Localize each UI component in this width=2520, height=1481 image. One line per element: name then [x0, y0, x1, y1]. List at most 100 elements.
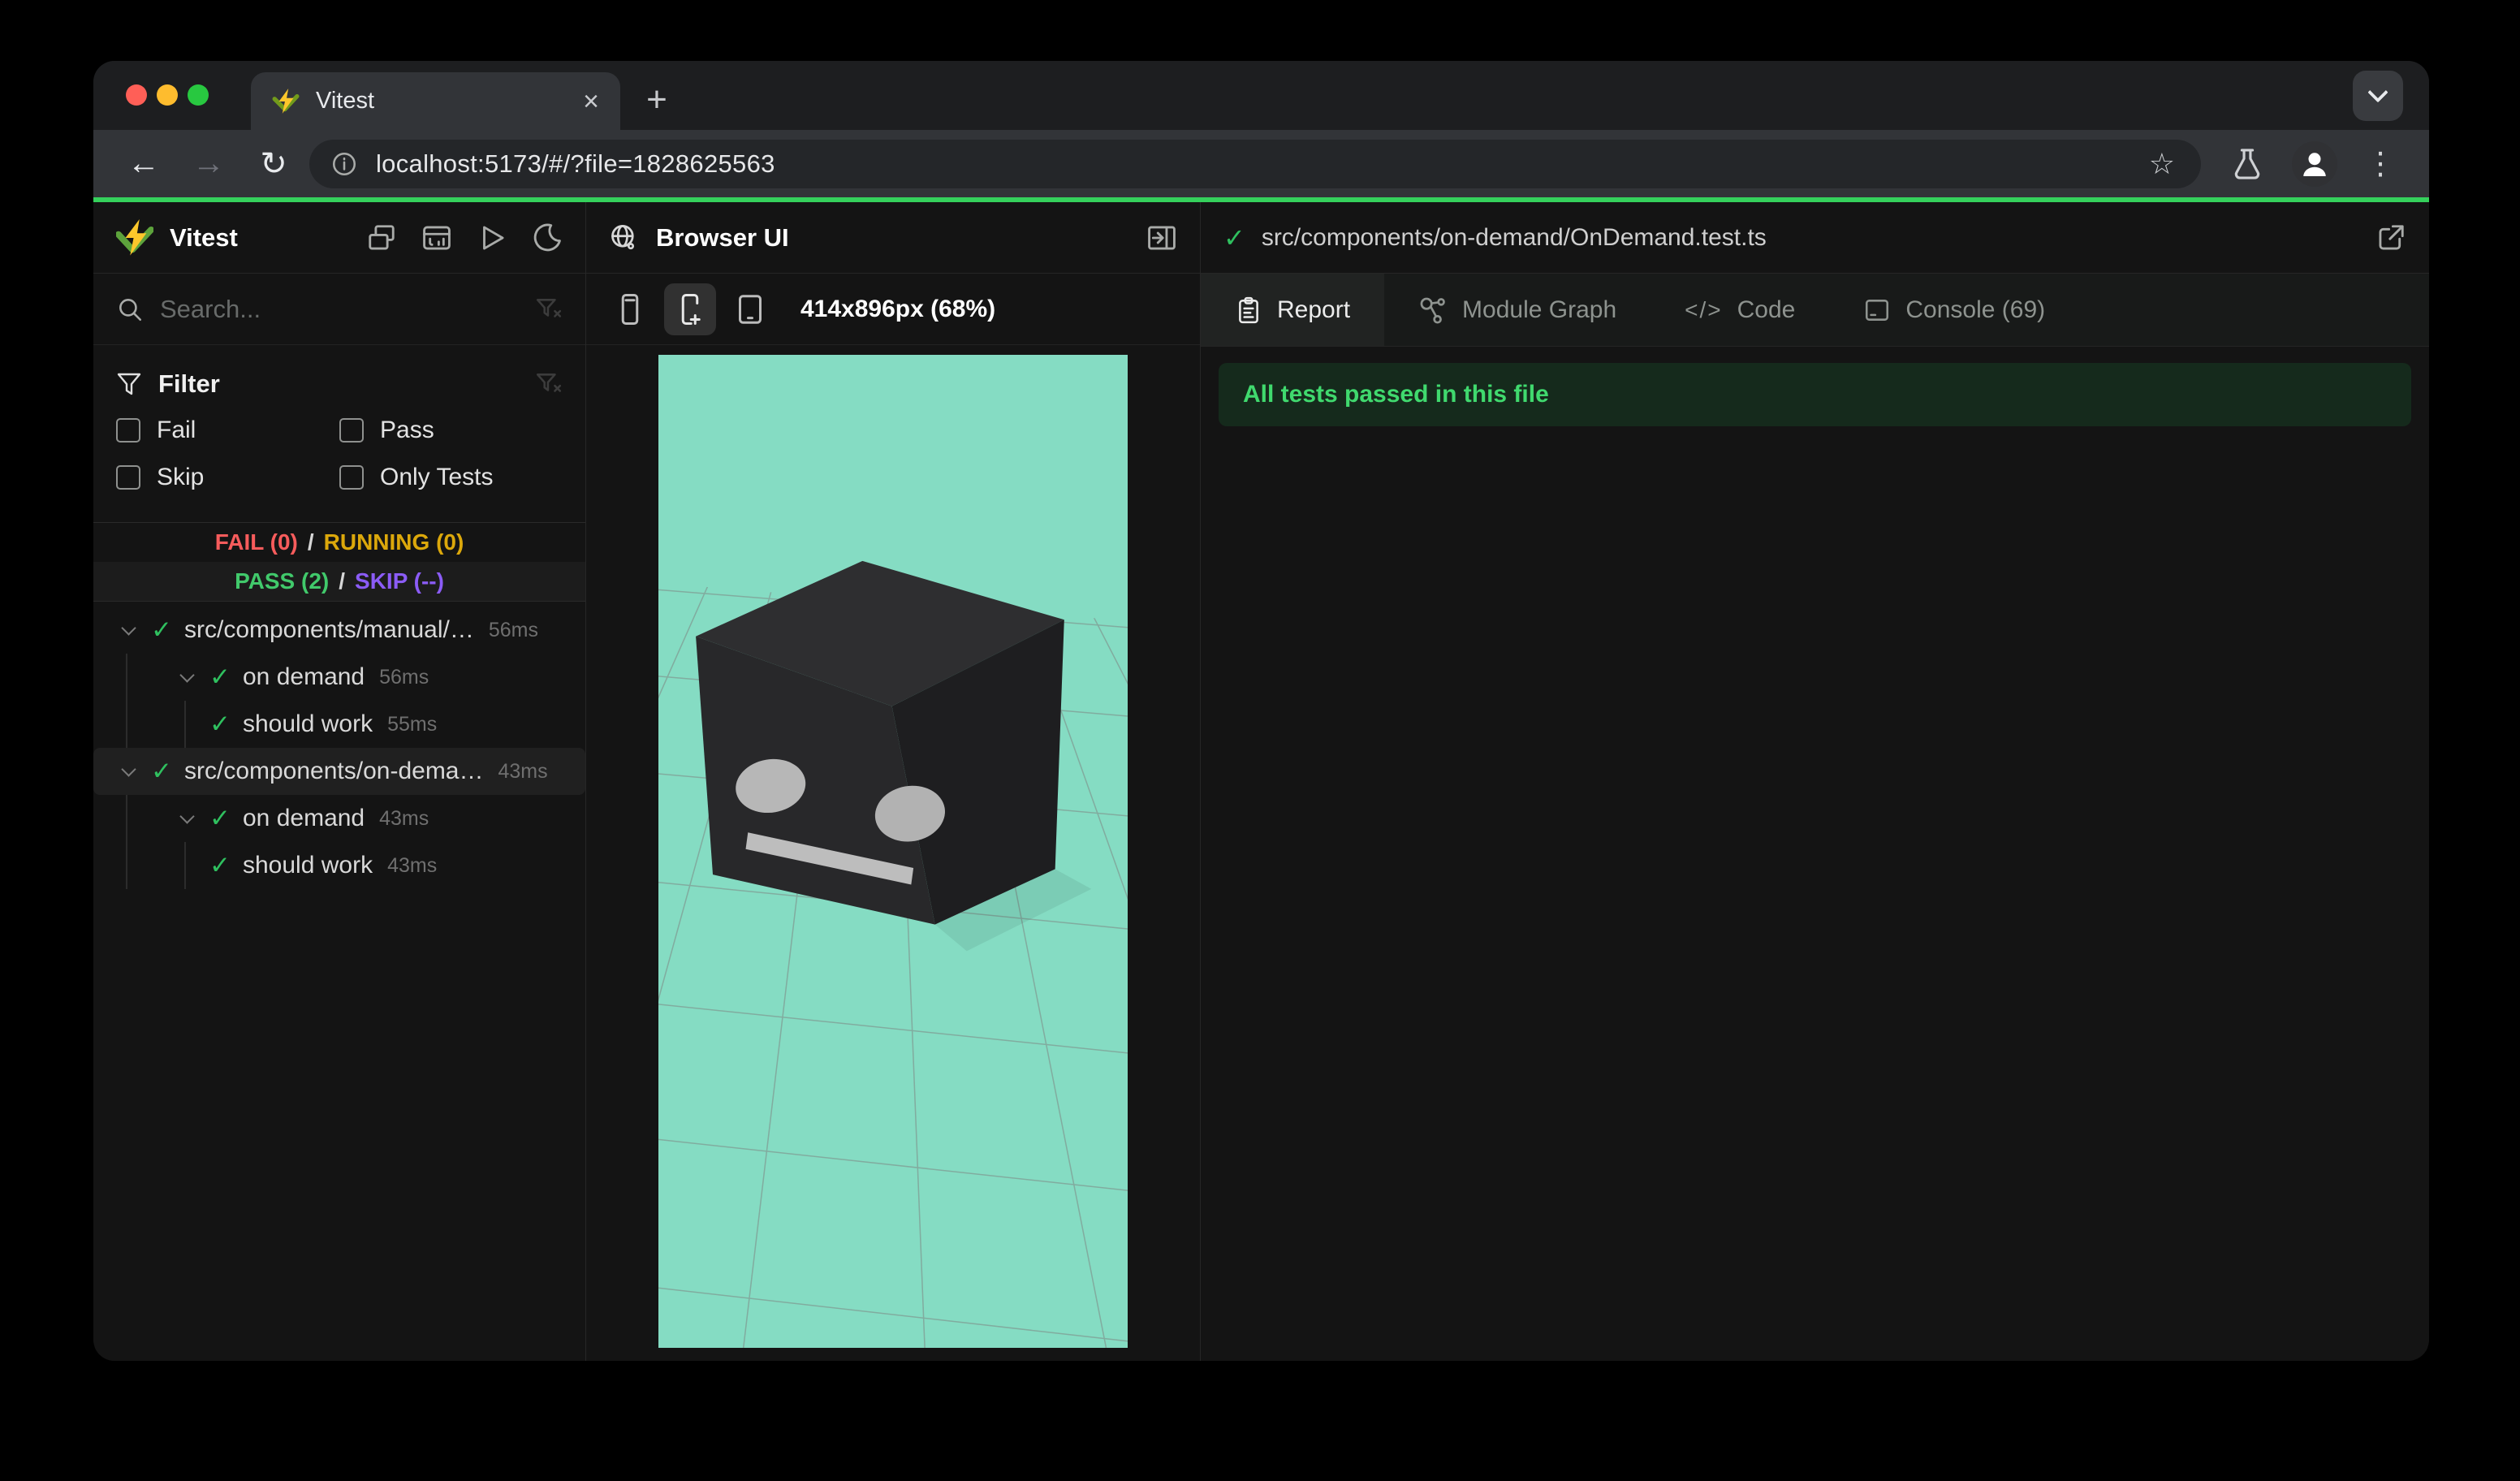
tab-label: Module Graph — [1462, 296, 1617, 323]
search-row — [93, 274, 585, 345]
tree-row-file[interactable]: ✓ src/components/on-dema… 43ms — [93, 748, 585, 795]
tree-item-label: on demand — [243, 805, 365, 831]
vitest-logo-icon — [116, 218, 153, 256]
run-all-play-icon[interactable] — [477, 222, 507, 253]
sidebar-header: Vitest — [93, 202, 585, 274]
new-tab-button[interactable]: + — [631, 74, 683, 126]
tab-module-graph[interactable]: Module Graph — [1384, 274, 1651, 346]
device-tablet-button[interactable] — [724, 283, 776, 335]
reload-button[interactable]: ↻ — [244, 135, 303, 193]
tab-label: Console (69) — [1905, 296, 2046, 323]
duration-label: 43ms — [379, 806, 429, 830]
site-info-icon[interactable] — [330, 150, 358, 178]
indent-guide — [126, 842, 127, 889]
dashboard-icon[interactable] — [421, 222, 452, 253]
expand-chevron-icon[interactable] — [170, 667, 204, 683]
report-clipboard-icon — [1239, 296, 1258, 323]
clear-search-filter-icon[interactable] — [535, 296, 563, 323]
vitest-app: Vitest Search... Filter Fail Pass Skip O… — [93, 202, 2429, 1361]
tab-code[interactable]: </> Code — [1651, 274, 1829, 346]
tree-item-label: src/components/manual/… — [184, 616, 474, 643]
checkbox-label: Fail — [157, 417, 196, 443]
sidebar: Vitest Search... Filter Fail Pass Skip O… — [93, 202, 586, 1361]
results-panel: ✓ src/components/on-demand/OnDemand.test… — [1201, 202, 2429, 1361]
minimize-window-button[interactable] — [157, 84, 178, 106]
browser-tab-strip: Vitest × + — [93, 61, 2429, 130]
person-icon — [2303, 152, 2326, 176]
pass-count: PASS (2) — [235, 568, 330, 594]
tab-report[interactable]: Report — [1201, 274, 1385, 346]
pass-check-icon: ✓ — [209, 851, 231, 879]
open-panel-right-icon[interactable] — [1146, 222, 1177, 253]
tree-item-label: should work — [243, 852, 373, 879]
url-text[interactable]: localhost:5173/#/?file=1828625563 — [376, 149, 2142, 179]
separator: / — [307, 529, 314, 555]
filter-row-2: Skip Only Tests — [116, 454, 563, 501]
tab-close-icon[interactable]: × — [583, 88, 599, 115]
maximize-window-button[interactable] — [188, 84, 209, 106]
app-title: Vitest — [170, 222, 238, 252]
tab-console[interactable]: Console (69) — [1829, 274, 2079, 346]
browser-tab[interactable]: Vitest × — [251, 72, 620, 130]
expand-chevron-icon[interactable] — [170, 808, 204, 824]
checkbox-icon[interactable] — [339, 465, 364, 490]
pass-check-icon: ✓ — [209, 710, 231, 738]
duration-label: 55ms — [387, 712, 438, 736]
browser-window: Vitest × + ← → ↻ localhost:5173/#/?file=… — [93, 61, 2429, 1361]
device-toolbar: 414x896px (68%) — [586, 274, 1200, 345]
filter-block: Filter Fail Pass Skip Only Tests — [93, 345, 585, 522]
all-tests-passed-banner: All tests passed in this file — [1219, 363, 2411, 426]
address-bar[interactable]: localhost:5173/#/?file=1828625563 ☆ — [309, 139, 2201, 188]
tree-row-suite[interactable]: ✓ on demand 56ms — [93, 654, 585, 701]
forward-button[interactable]: → — [179, 135, 238, 193]
browser-toolbar: ← → ↻ localhost:5173/#/?file=1828625563 … — [93, 130, 2429, 197]
menu-kebab-icon[interactable]: ⋮ — [2365, 145, 2396, 182]
fail-count: FAIL (0) — [214, 529, 298, 555]
device-phone-small-button[interactable] — [604, 283, 656, 335]
tree-item-label: on demand — [243, 663, 365, 690]
filter-checkbox-only-tests[interactable]: Only Tests — [339, 464, 563, 491]
dark-mode-moon-icon[interactable] — [532, 222, 563, 253]
filter-checkbox-skip[interactable]: Skip — [116, 464, 339, 491]
indent-guide — [184, 701, 186, 748]
filter-checkbox-pass[interactable]: Pass — [339, 417, 563, 444]
results-tabbar: Report Module Graph </> Code Console (69… — [1201, 274, 2429, 347]
tab-search-button[interactable] — [2353, 71, 2403, 121]
expand-chevron-icon[interactable] — [111, 761, 145, 777]
search-input[interactable] — [160, 294, 519, 324]
tab-title: Vitest — [316, 88, 375, 114]
tree-row-file[interactable]: ✓ src/components/manual/… 56ms — [93, 607, 585, 654]
tree-row-test[interactable]: ✓ should work 55ms — [93, 701, 585, 748]
code-icon: </> — [1685, 296, 1723, 322]
checkbox-icon[interactable] — [116, 418, 140, 443]
file-pass-check-icon: ✓ — [1223, 222, 1245, 253]
tree-row-test[interactable]: ✓ should work 43ms — [93, 842, 585, 889]
checkbox-icon[interactable] — [116, 465, 140, 490]
module-graph-icon — [1420, 297, 1445, 324]
profile-avatar[interactable] — [2292, 140, 2337, 187]
collapse-panels-icon[interactable] — [366, 222, 397, 253]
expand-chevron-icon[interactable] — [111, 620, 145, 636]
indent-guide — [126, 701, 127, 748]
experiments-flask-icon[interactable] — [2230, 147, 2264, 181]
back-button[interactable]: ← — [114, 135, 173, 193]
close-window-button[interactable] — [126, 84, 147, 106]
test-file-path: src/components/on-demand/OnDemand.test.t… — [1261, 223, 1767, 251]
device-phone-plus-button[interactable] — [664, 283, 716, 335]
running-count: RUNNING (0) — [323, 529, 464, 555]
tested-app-viewport[interactable] — [658, 355, 1128, 1348]
filter-checkbox-fail[interactable]: Fail — [116, 417, 339, 444]
separator: / — [339, 568, 346, 594]
funnel-icon — [117, 373, 141, 395]
open-external-icon[interactable] — [2375, 222, 2406, 253]
clear-filters-icon[interactable] — [535, 370, 563, 398]
checkbox-label: Pass — [380, 417, 434, 443]
checkbox-label: Only Tests — [380, 464, 494, 490]
run-summary: FAIL (0) / RUNNING (0) PASS (2) / SKIP (… — [93, 522, 585, 602]
tree-row-suite[interactable]: ✓ on demand 43ms — [93, 795, 585, 842]
indent-guide — [126, 654, 127, 701]
indent-guide — [126, 795, 127, 842]
checkbox-icon[interactable] — [339, 418, 364, 443]
tree-item-label: src/components/on-dema… — [184, 758, 484, 784]
bookmark-star-icon[interactable]: ☆ — [2149, 147, 2180, 181]
